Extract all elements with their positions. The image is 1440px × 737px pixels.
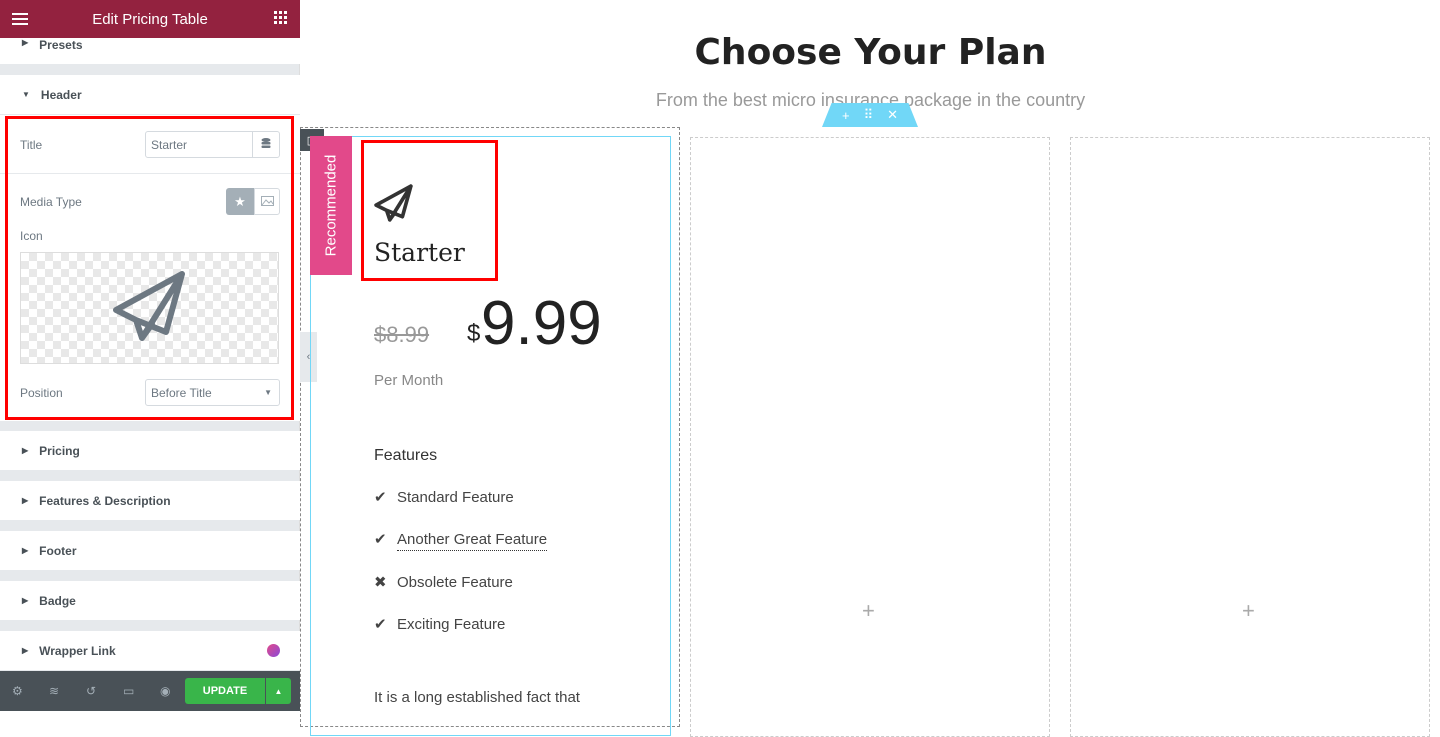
card-title: Starter xyxy=(374,238,465,267)
features-heading: Features xyxy=(374,447,438,464)
preview-eye-icon[interactable]: ◉ xyxy=(160,684,170,698)
feature-item: ✖ Obsolete Feature xyxy=(374,573,513,591)
times-icon: ✖ xyxy=(374,574,387,591)
price-period: Per Month xyxy=(374,372,444,389)
section-badge[interactable]: ▶ Badge xyxy=(0,581,300,620)
highlight-box xyxy=(5,116,294,420)
caret-up-icon: ▲ xyxy=(274,686,283,696)
check-icon: ✔ xyxy=(374,489,387,506)
update-button[interactable]: UPDATE xyxy=(185,678,265,704)
caret-right-icon: ▶ xyxy=(22,546,29,555)
caret-right-icon: ▶ xyxy=(22,496,29,505)
section-label: Header xyxy=(40,87,82,102)
caret-right-icon: ▶ xyxy=(22,446,29,455)
caret-right-icon: ▶ xyxy=(22,596,29,605)
column-3[interactable] xyxy=(1070,137,1430,737)
section-label: Wrapper Link xyxy=(39,643,116,658)
recommended-badge: Recommended xyxy=(310,136,352,275)
feature-item: ✔ Standard Feature xyxy=(374,488,514,506)
addon-badge-icon xyxy=(267,644,280,657)
section-label: Pricing xyxy=(39,443,80,458)
settings-icon[interactable]: ⚙ xyxy=(12,684,23,698)
add-icon[interactable]: + xyxy=(842,108,850,123)
update-options-button[interactable]: ▲ xyxy=(266,678,291,704)
close-icon[interactable]: ✕ xyxy=(887,107,898,123)
currency-symbol: $ xyxy=(467,320,481,347)
layers-icon[interactable]: ≋ xyxy=(49,684,59,698)
caret-right-icon: ▶ xyxy=(22,38,29,47)
feature-item: ✔ Exciting Feature xyxy=(374,615,505,633)
editor-panel: Edit Pricing Table ▶ Presets ▼ Header Titl… xyxy=(0,0,300,711)
check-icon: ✔ xyxy=(374,616,387,633)
section-features[interactable]: ▶ Features & Description xyxy=(0,481,300,520)
grid-icon[interactable] xyxy=(274,11,288,29)
section-pricing[interactable]: ▶ Pricing xyxy=(0,431,300,470)
feature-text: Obsolete Feature xyxy=(397,574,513,591)
feature-text: Standard Feature xyxy=(397,489,514,506)
section-wrapper-link[interactable]: ▶ Wrapper Link xyxy=(0,631,300,670)
preview-canvas: Choose Your Plan From the best micro ins… xyxy=(300,0,1440,737)
badge-text: Recommended xyxy=(322,154,340,257)
drag-icon[interactable]: ⠿ xyxy=(864,107,874,123)
section-footer[interactable]: ▶ Footer xyxy=(0,531,300,570)
hamburger-icon[interactable] xyxy=(12,12,28,30)
caret-down-icon: ▼ xyxy=(22,90,30,99)
feature-item: ✔ Another Great Feature xyxy=(374,530,548,551)
panel-title: Edit Pricing Table xyxy=(92,10,208,28)
card-description: It is a long established fact that xyxy=(374,689,580,706)
section-label: Footer xyxy=(39,543,77,558)
section-header[interactable]: ▼ Header xyxy=(0,75,300,114)
panel-header: Edit Pricing Table xyxy=(0,0,300,38)
section-label: Presets xyxy=(39,38,83,52)
history-icon[interactable]: ↺ xyxy=(86,684,96,698)
original-price: $8.99 xyxy=(374,322,430,347)
section-presets[interactable]: ▶ Presets xyxy=(0,38,300,64)
section-label: Badge xyxy=(39,593,76,608)
add-element-icon[interactable]: + xyxy=(862,598,875,624)
page-heading: Choose Your Plan xyxy=(694,32,1047,73)
price: 9.99 xyxy=(481,289,602,358)
feature-text: Another Great Feature xyxy=(397,531,548,551)
caret-right-icon: ▶ xyxy=(22,646,29,655)
section-label: Features & Description xyxy=(39,493,171,508)
panel-footer: ⚙ ≋ ↺ ▭ ◉ UPDATE ▲ xyxy=(0,671,300,711)
feature-text: Exciting Feature xyxy=(397,616,506,633)
add-element-icon[interactable]: + xyxy=(1242,598,1255,624)
check-icon: ✔ xyxy=(374,531,387,548)
paper-plane-icon xyxy=(374,184,414,227)
section-handle[interactable]: + ⠿ ✕ xyxy=(822,103,918,127)
responsive-icon[interactable]: ▭ xyxy=(123,684,134,698)
column-2[interactable] xyxy=(690,137,1050,737)
